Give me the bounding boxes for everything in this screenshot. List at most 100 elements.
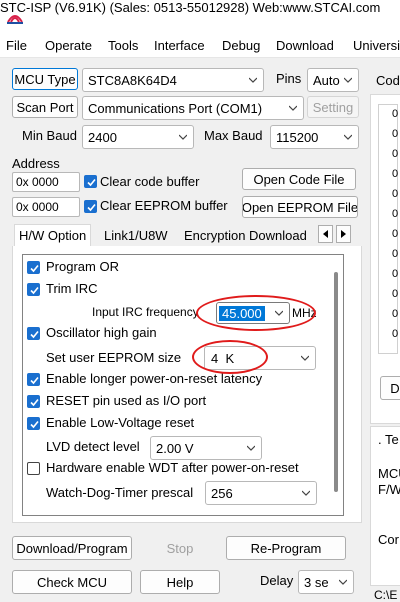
open-code-file-button[interactable]: Open Code File: [242, 168, 356, 190]
low-voltage-reset-checkbox[interactable]: [27, 417, 40, 430]
chevron-down-icon: [289, 105, 297, 111]
longer-reset-checkbox[interactable]: [27, 373, 40, 386]
delay-value: 3 se: [304, 574, 329, 590]
code-row-address: 0: [392, 128, 399, 140]
menu-university[interactable]: Universi: [353, 38, 400, 53]
max-baud-select[interactable]: 115200: [270, 125, 359, 149]
download-program-button[interactable]: Download/Program: [12, 536, 132, 560]
reset-pin-io-checkbox[interactable]: [27, 395, 40, 408]
chevron-down-icon: [339, 579, 347, 585]
pins-select[interactable]: Auto: [307, 68, 359, 92]
arrow-left-icon: [322, 230, 328, 238]
max-baud-value: 115200: [276, 129, 319, 145]
code-row-address: 0: [392, 308, 399, 320]
open-eeprom-file-button[interactable]: Open EEPROM File: [242, 196, 358, 218]
test-label: . Te: [378, 432, 399, 447]
hw-wdt-checkbox[interactable]: [27, 462, 40, 475]
connection-label: Cor: [378, 532, 399, 547]
chevron-down-icon: [247, 445, 255, 451]
right-d-button[interactable]: D: [380, 376, 400, 400]
reprogram-button[interactable]: Re-Program: [226, 536, 346, 560]
lvd-level-value: 2.00 V: [156, 440, 194, 456]
tab-encryption-download[interactable]: Encryption Download: [180, 224, 311, 247]
mcu-type-button[interactable]: MCU Type: [12, 68, 78, 90]
check-icon: [30, 376, 39, 385]
lvd-level-select[interactable]: 2.00 V: [150, 436, 262, 460]
wdt-prescal-value: 256: [211, 485, 233, 501]
clear-eeprom-checkbox[interactable]: [84, 200, 97, 213]
options-scrollbar[interactable]: [334, 272, 338, 492]
scan-port-button[interactable]: Scan Port: [12, 96, 78, 118]
program-or-checkbox[interactable]: [27, 261, 40, 274]
chevron-down-icon: [301, 355, 309, 361]
osc-high-gain-checkbox[interactable]: [27, 327, 40, 340]
delay-select[interactable]: 3 se: [298, 570, 354, 594]
chevron-down-icon: [179, 134, 187, 140]
chevron-down-icon: [249, 77, 257, 83]
chevron-down-icon: [302, 490, 310, 496]
check-icon: [87, 178, 96, 187]
menu-debug[interactable]: Debug: [222, 38, 260, 53]
menu-tools[interactable]: Tools: [108, 38, 138, 53]
check-mcu-button[interactable]: Check MCU: [12, 570, 132, 594]
code-row-address: 0: [392, 188, 399, 200]
chevron-down-icon: [344, 134, 352, 140]
tab-hw-option[interactable]: H/W Option: [14, 224, 92, 247]
reset-pin-io-label: RESET pin used as I/O port: [46, 393, 207, 408]
port-value: Communications Port (COM1): [88, 100, 263, 116]
min-baud-select[interactable]: 2400: [82, 125, 194, 149]
menu-interface[interactable]: Interface: [154, 38, 205, 53]
code-row-address: 0: [392, 328, 399, 340]
mcu-info-label: MCU: [378, 466, 400, 481]
code-row-address: 0: [392, 248, 399, 260]
eeprom-size-highlight: [192, 340, 268, 374]
tab-link1-u8w[interactable]: Link1/U8W: [100, 224, 172, 247]
irc-frequency-highlight: [196, 295, 316, 331]
program-or-label: Program OR: [46, 259, 119, 274]
min-baud-label: Min Baud: [22, 128, 77, 143]
fw-info-label: F/W: [378, 482, 400, 497]
eeprom-address-field[interactable]: 0x 0000: [12, 197, 80, 217]
stop-button[interactable]: Stop: [140, 536, 220, 560]
osc-high-gain-label: Oscillator high gain: [46, 325, 157, 340]
check-icon: [30, 264, 39, 273]
menu-download[interactable]: Download: [276, 38, 334, 53]
clear-code-checkbox[interactable]: [84, 175, 97, 188]
code-row-address: 0: [392, 268, 399, 280]
code-address-field[interactable]: 0x 0000: [12, 172, 80, 192]
eeprom-size-label: Set user EEPROM size: [46, 350, 182, 365]
menu-file[interactable]: File: [6, 38, 27, 53]
address-label: Address: [12, 156, 60, 171]
port-select[interactable]: Communications Port (COM1): [82, 96, 304, 120]
tab-scroll-left-button[interactable]: [318, 225, 333, 243]
clear-code-label: Clear code buffer: [100, 174, 200, 189]
hw-wdt-label: Hardware enable WDT after power-on-reset: [46, 460, 299, 475]
test-panel: [370, 426, 400, 586]
code-row-address: 0: [392, 208, 399, 220]
mcu-type-value: STC8A8K64D4: [88, 72, 177, 88]
min-baud-value: 2400: [88, 129, 117, 145]
code-row-address: 0: [392, 108, 399, 120]
pins-value: Auto: [313, 72, 340, 88]
app-logo-icon: [7, 15, 23, 24]
help-button[interactable]: Help: [140, 570, 220, 594]
menu-operate[interactable]: Operate: [45, 38, 92, 53]
mcu-type-select[interactable]: STC8A8K64D4: [82, 68, 264, 92]
wdt-prescal-select[interactable]: 256: [205, 481, 317, 505]
setting-button[interactable]: Setting: [307, 96, 359, 118]
check-icon: [30, 330, 39, 339]
title-bar: STC-ISP (V6.91K) (Sales: 0513-55012928) …: [0, 0, 400, 34]
menu-bar: File Operate Tools Interface Debug Downl…: [0, 34, 400, 58]
check-icon: [30, 420, 39, 429]
wdt-prescal-label: Watch-Dog-Timer prescal: [46, 485, 194, 500]
code-row-address: 0: [392, 288, 399, 300]
arrow-right-icon: [340, 230, 346, 238]
tab-scroll-right-button[interactable]: [336, 225, 351, 243]
chevron-down-icon: [344, 77, 352, 83]
window-title: STC-ISP (V6.91K) (Sales: 0513-55012928) …: [0, 0, 381, 15]
delay-label: Delay: [260, 573, 294, 588]
check-icon: [87, 203, 96, 212]
trim-irc-checkbox[interactable]: [27, 283, 40, 296]
low-voltage-reset-label: Enable Low-Voltage reset: [46, 415, 195, 430]
code-row-address: 0: [392, 228, 399, 240]
